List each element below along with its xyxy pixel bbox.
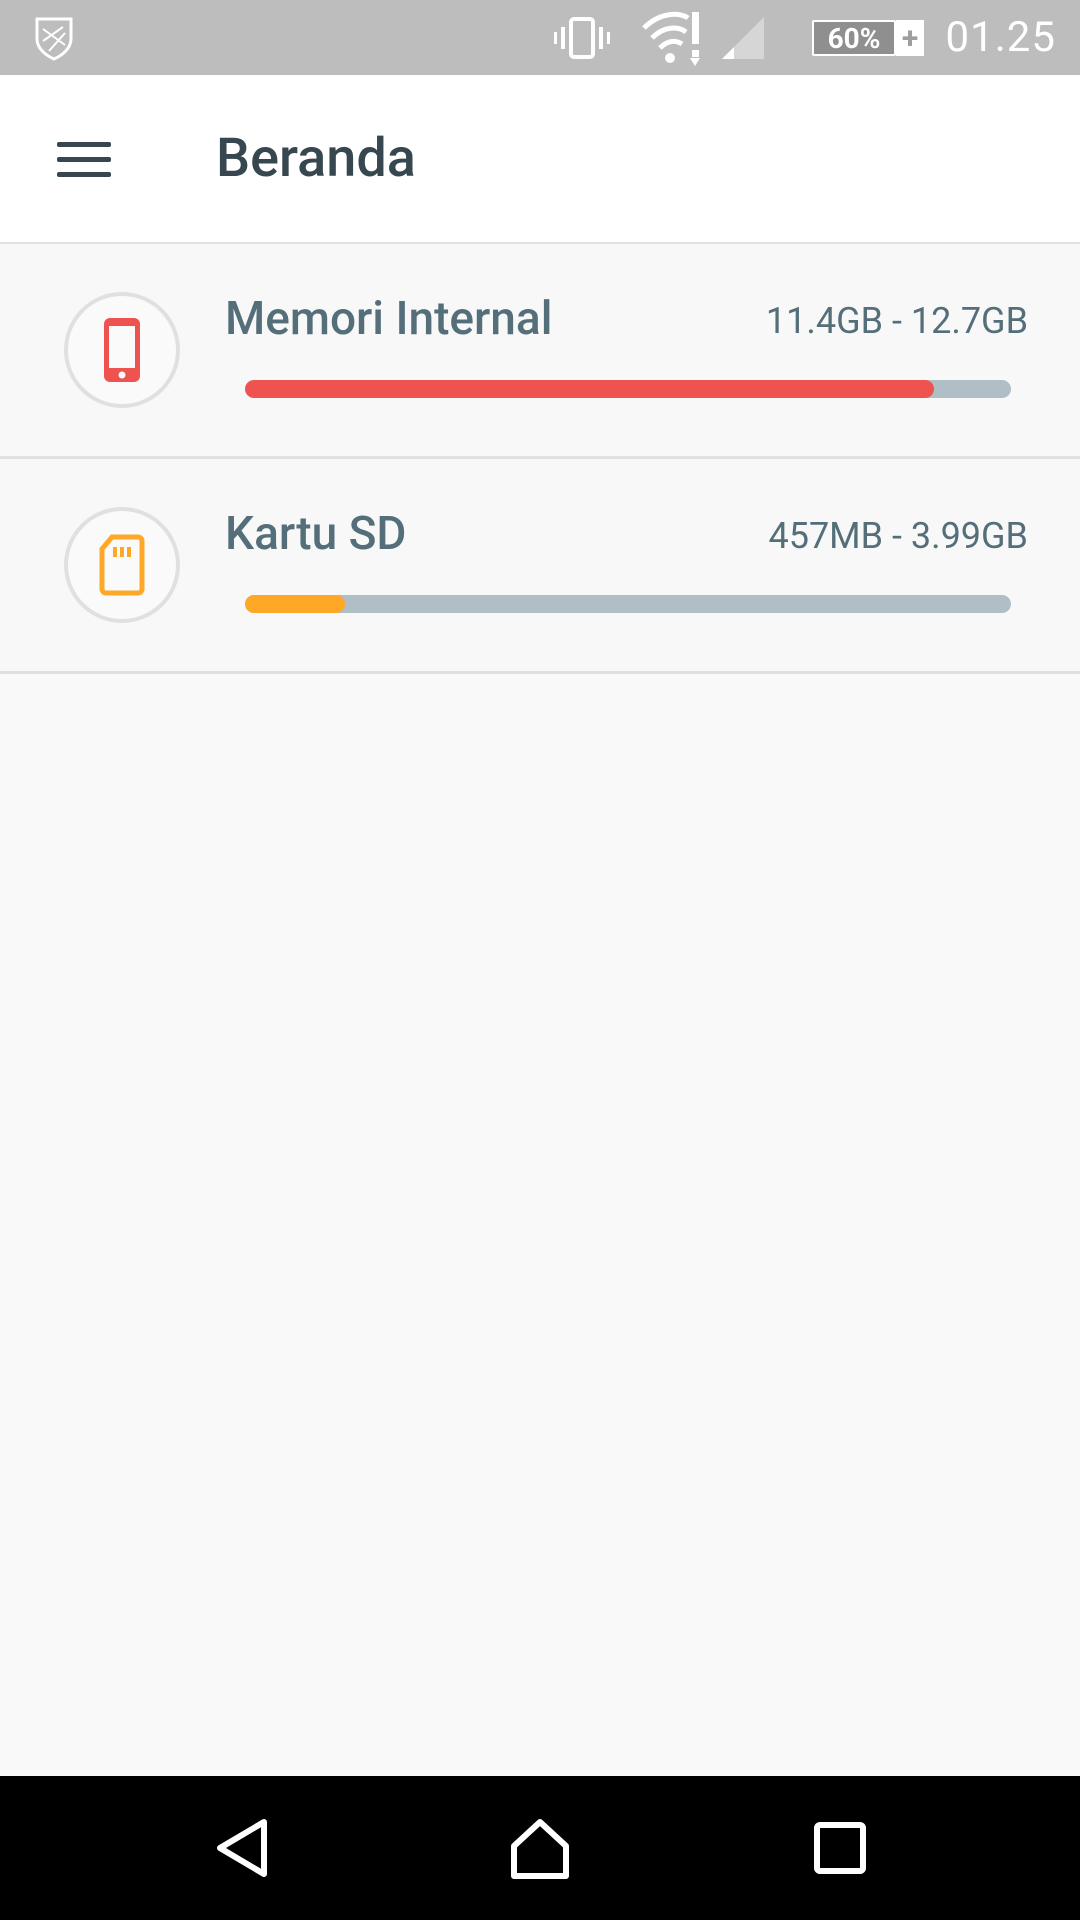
storage-progress-track: [245, 595, 1011, 613]
icon-circle: [64, 292, 180, 408]
storage-progress-fill: [245, 380, 935, 398]
vibrate-icon: [552, 0, 612, 75]
phone-icon: [104, 318, 140, 382]
home-icon[interactable]: [470, 1776, 610, 1920]
storage-progress-track: [245, 380, 1011, 398]
storage-size: 457MB - 3.99GB: [768, 515, 1028, 557]
navigation-bar: [0, 1776, 1080, 1920]
storage-size: 11.4GB - 12.7GB: [765, 300, 1028, 342]
back-icon[interactable]: [172, 1776, 312, 1920]
hamburger-menu-icon[interactable]: [40, 115, 128, 203]
storage-name: Kartu SD: [225, 507, 407, 561]
clock: 01.25: [945, 13, 1056, 62]
storage-progress-fill: [245, 595, 345, 613]
signal-icon: [720, 0, 766, 75]
sd-card-icon: [99, 534, 145, 596]
wifi-alert-icon: [642, 0, 704, 75]
storage-name: Memori Internal: [225, 292, 553, 346]
storage-item-internal[interactable]: Memori Internal 11.4GB - 12.7GB: [0, 244, 1080, 459]
shield-icon: [30, 0, 78, 75]
recents-icon[interactable]: [770, 1776, 910, 1920]
status-bar: 60% + 01.25: [0, 0, 1080, 75]
app-bar: Beranda: [0, 75, 1080, 244]
battery-percent: 60%: [827, 21, 881, 55]
storage-item-sd[interactable]: Kartu SD 457MB - 3.99GB: [0, 459, 1080, 674]
battery-charging-icon: 60% +: [812, 20, 924, 56]
icon-circle: [64, 507, 180, 623]
page-title: Beranda: [216, 127, 416, 190]
